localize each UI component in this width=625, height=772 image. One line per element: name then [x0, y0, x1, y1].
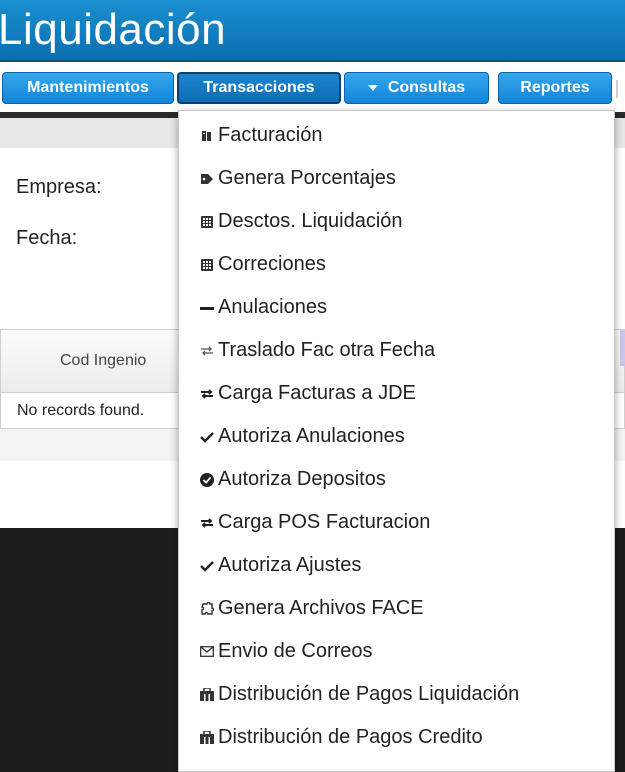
- menu-item-autoriza-ajustes[interactable]: Autoriza Ajustes: [179, 544, 614, 587]
- menu-item-label: Anulaciones: [218, 296, 327, 318]
- nav-mantenimientos-label: Mantenimientos: [27, 79, 149, 96]
- menu-item-traslado-fac[interactable]: Traslado Fac otra Fecha: [179, 329, 614, 372]
- app-title: Liquidación: [0, 5, 227, 54]
- menu-item-label: Correciones: [218, 253, 326, 275]
- menu-item-distribucion-credito[interactable]: Distribución de Pagos Credito: [179, 716, 614, 759]
- transacciones-dropdown-menu: Facturación Genera Porcentajes Desctos. …: [178, 110, 615, 772]
- nav-consultas-button[interactable]: Consultas: [344, 72, 489, 104]
- briefcase-icon: [200, 688, 214, 702]
- transfer-icon: [200, 344, 214, 358]
- empty-message: No records found.: [17, 402, 145, 419]
- nav-reportes-label: Reportes: [520, 79, 590, 96]
- menu-item-label: Carga Facturas a JDE: [218, 382, 416, 404]
- briefcase-icon: [200, 731, 214, 745]
- menu-item-genera-archivos-face[interactable]: Genera Archivos FACE: [179, 587, 614, 630]
- nav-consultas-label: Consultas: [387, 79, 466, 96]
- check-circle-icon: [200, 472, 214, 487]
- nav-transacciones-label: Transacciones: [203, 79, 315, 96]
- menu-item-label: Traslado Fac otra Fecha: [218, 339, 436, 361]
- book-icon: [200, 129, 214, 143]
- menu-item-label: Distribución de Pagos Liquidación: [218, 683, 520, 705]
- menu-item-carga-pos[interactable]: Carga POS Facturacion: [179, 501, 614, 544]
- menu-item-label: Distribución de Pagos Credito: [218, 726, 483, 748]
- nav-reportes-button[interactable]: Reportes: [498, 72, 612, 104]
- menu-item-facturacion[interactable]: Facturación: [179, 114, 614, 157]
- menu-item-desctos-liquidacion[interactable]: Desctos. Liquidación: [179, 200, 614, 243]
- nav-transacciones-button[interactable]: Transacciones: [177, 72, 341, 104]
- minus-icon: [200, 301, 214, 315]
- menu-item-anulaciones[interactable]: Anulaciones: [179, 286, 614, 329]
- caret-down-icon: [367, 85, 378, 91]
- transfer-icon: [200, 387, 214, 401]
- empresa-label: Empresa:: [16, 176, 102, 198]
- check-icon: [200, 430, 214, 444]
- menu-item-correciones[interactable]: Correciones: [179, 243, 614, 286]
- envelope-icon: [200, 645, 214, 659]
- menu-item-autoriza-anulaciones[interactable]: Autoriza Anulaciones: [179, 415, 614, 458]
- navbar-overflow-edge: [616, 80, 618, 98]
- menu-item-label: Autoriza Ajustes: [218, 554, 362, 576]
- menu-item-genera-porcentajes[interactable]: Genera Porcentajes: [179, 157, 614, 200]
- check-icon: [200, 559, 214, 573]
- menu-item-label: Desctos. Liquidación: [218, 210, 403, 232]
- menu-item-autoriza-depositos[interactable]: Autoriza Depositos: [179, 458, 614, 501]
- menu-item-label: Genera Archivos FACE: [218, 597, 424, 619]
- column-header-accent: [620, 330, 625, 366]
- fecha-label: Fecha:: [16, 227, 78, 249]
- menu-item-label: Genera Porcentajes: [218, 167, 396, 189]
- tag-icon: [200, 172, 214, 186]
- app-header: Liquidación: [0, 0, 625, 62]
- menu-item-label: Envio de Correos: [218, 640, 373, 662]
- menu-item-label: Carga POS Facturacion: [218, 511, 431, 533]
- menu-item-label: Facturación: [218, 124, 323, 146]
- menu-item-label: Autoriza Depositos: [218, 468, 386, 490]
- transfer-icon: [200, 516, 214, 530]
- menu-item-envio-correos[interactable]: Envio de Correos: [179, 630, 614, 673]
- calculator-icon: [200, 215, 214, 229]
- nav-mantenimientos-button[interactable]: Mantenimientos: [2, 72, 174, 104]
- menu-item-carga-facturas-jde[interactable]: Carga Facturas a JDE: [179, 372, 614, 415]
- menu-item-label: Autoriza Anulaciones: [218, 425, 405, 447]
- menu-item-distribucion-liquidacion[interactable]: Distribución de Pagos Liquidación: [179, 673, 614, 716]
- main-navbar: Mantenimientos Transacciones Consultas R…: [0, 62, 625, 112]
- column-header-cod-ingenio[interactable]: Cod Ingenio: [60, 352, 146, 370]
- calculator-icon: [200, 258, 214, 272]
- puzzle-icon: [200, 601, 214, 616]
